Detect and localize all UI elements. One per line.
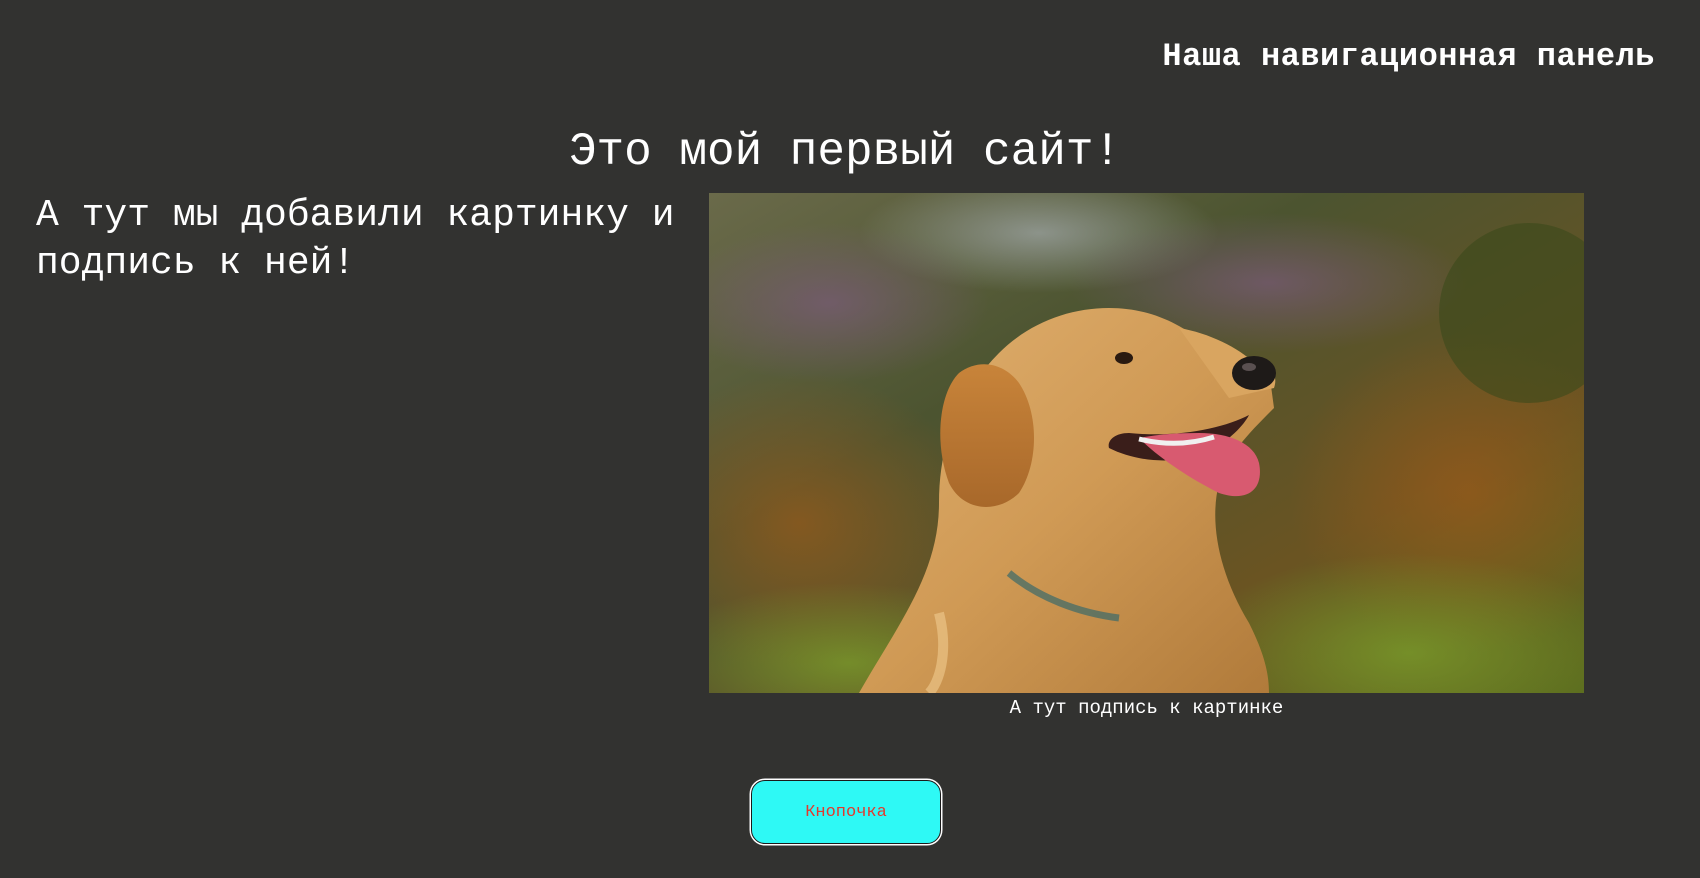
main-button[interactable]: Кнопочка: [751, 780, 941, 844]
image-figure: А тут подпись к картинке: [709, 193, 1584, 719]
navbar-title: Наша навигационная панель: [1162, 38, 1655, 75]
dog-photo: [709, 193, 1584, 693]
intro-text: А тут мы добавили картинку и подпись к н…: [36, 194, 675, 285]
image-caption: А тут подпись к картинке: [1009, 697, 1284, 719]
page-title: Это мой первый сайт!: [568, 126, 1122, 178]
